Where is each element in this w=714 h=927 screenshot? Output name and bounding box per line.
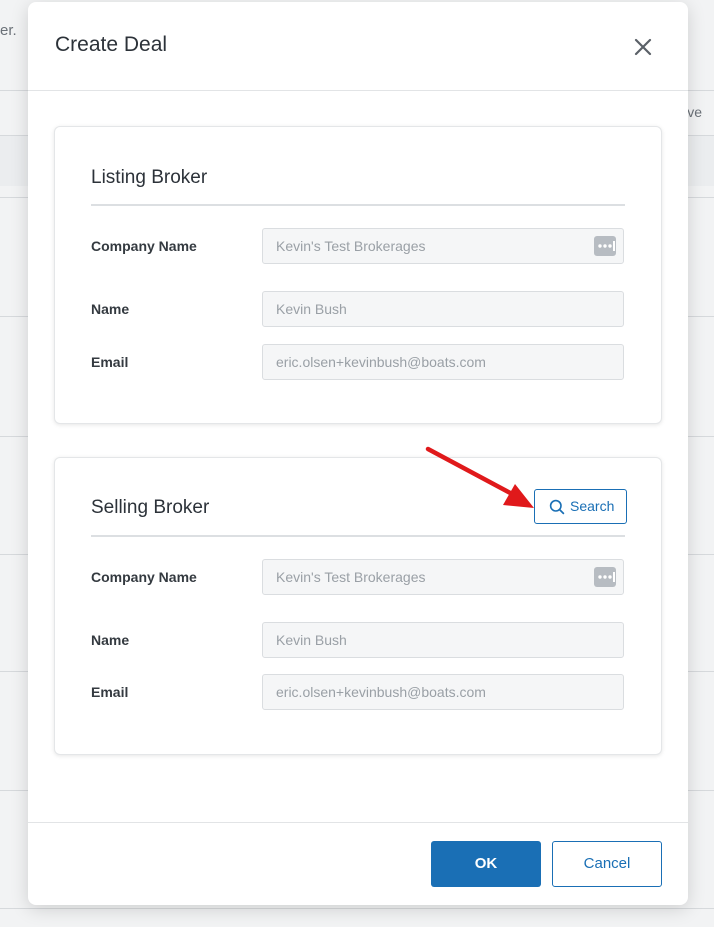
field-value: Kevin Bush [276, 632, 347, 648]
close-button[interactable] [628, 32, 658, 62]
annotation-arrow-icon [425, 446, 534, 508]
search-icon [549, 499, 565, 515]
selling-broker-title: Selling Broker [91, 497, 210, 518]
field-value: Kevin's Test Brokerages [276, 569, 426, 585]
listing-company-name-field[interactable]: Kevin's Test Brokerages [262, 228, 624, 264]
email-label: Email [91, 354, 129, 370]
ok-button[interactable]: OK [431, 841, 541, 887]
background-text-fragment-right: ve [687, 104, 702, 120]
field-value: Kevin Bush [276, 301, 347, 317]
search-button-label: Search [570, 498, 615, 514]
modal-title: Create Deal [55, 33, 168, 56]
modal-header: Create Deal [28, 2, 688, 91]
create-deal-modal: Create Deal Listing Broker Company Name … [28, 2, 688, 905]
cancel-button[interactable]: Cancel [552, 841, 662, 887]
listing-name-field[interactable]: Kevin Bush [262, 291, 624, 327]
background-row-divider [0, 908, 714, 909]
selling-email-field[interactable]: eric.olsen+kevinbush@boats.com [262, 674, 624, 710]
name-label: Name [91, 301, 130, 317]
listing-email-field[interactable]: eric.olsen+kevinbush@boats.com [262, 344, 624, 380]
selling-broker-section: Selling Broker Search Company Name Kevin… [54, 457, 662, 755]
field-value: eric.olsen+kevinbush@boats.com [276, 684, 486, 700]
selling-company-name-field[interactable]: Kevin's Test Brokerages [262, 559, 624, 595]
modal-footer: OK Cancel [28, 822, 688, 906]
company-lookup-button[interactable] [594, 567, 616, 587]
listing-broker-title: Listing Broker [91, 167, 208, 188]
section-divider [91, 535, 625, 537]
company-name-label: Company Name [91, 569, 197, 585]
listing-broker-section: Listing Broker Company Name Kevin's Test… [54, 126, 662, 424]
email-label: Email [91, 684, 129, 700]
name-label: Name [91, 632, 130, 648]
company-name-label: Company Name [91, 238, 197, 254]
more-dots-icon [598, 572, 615, 582]
background-text-fragment: er. [0, 22, 17, 39]
company-lookup-button[interactable] [594, 236, 616, 256]
more-dots-icon [598, 241, 615, 251]
field-value: eric.olsen+kevinbush@boats.com [276, 354, 486, 370]
section-divider [91, 204, 625, 206]
search-button[interactable]: Search [534, 489, 627, 524]
selling-name-field[interactable]: Kevin Bush [262, 622, 624, 658]
field-value: Kevin's Test Brokerages [276, 238, 426, 254]
close-icon [634, 38, 652, 56]
